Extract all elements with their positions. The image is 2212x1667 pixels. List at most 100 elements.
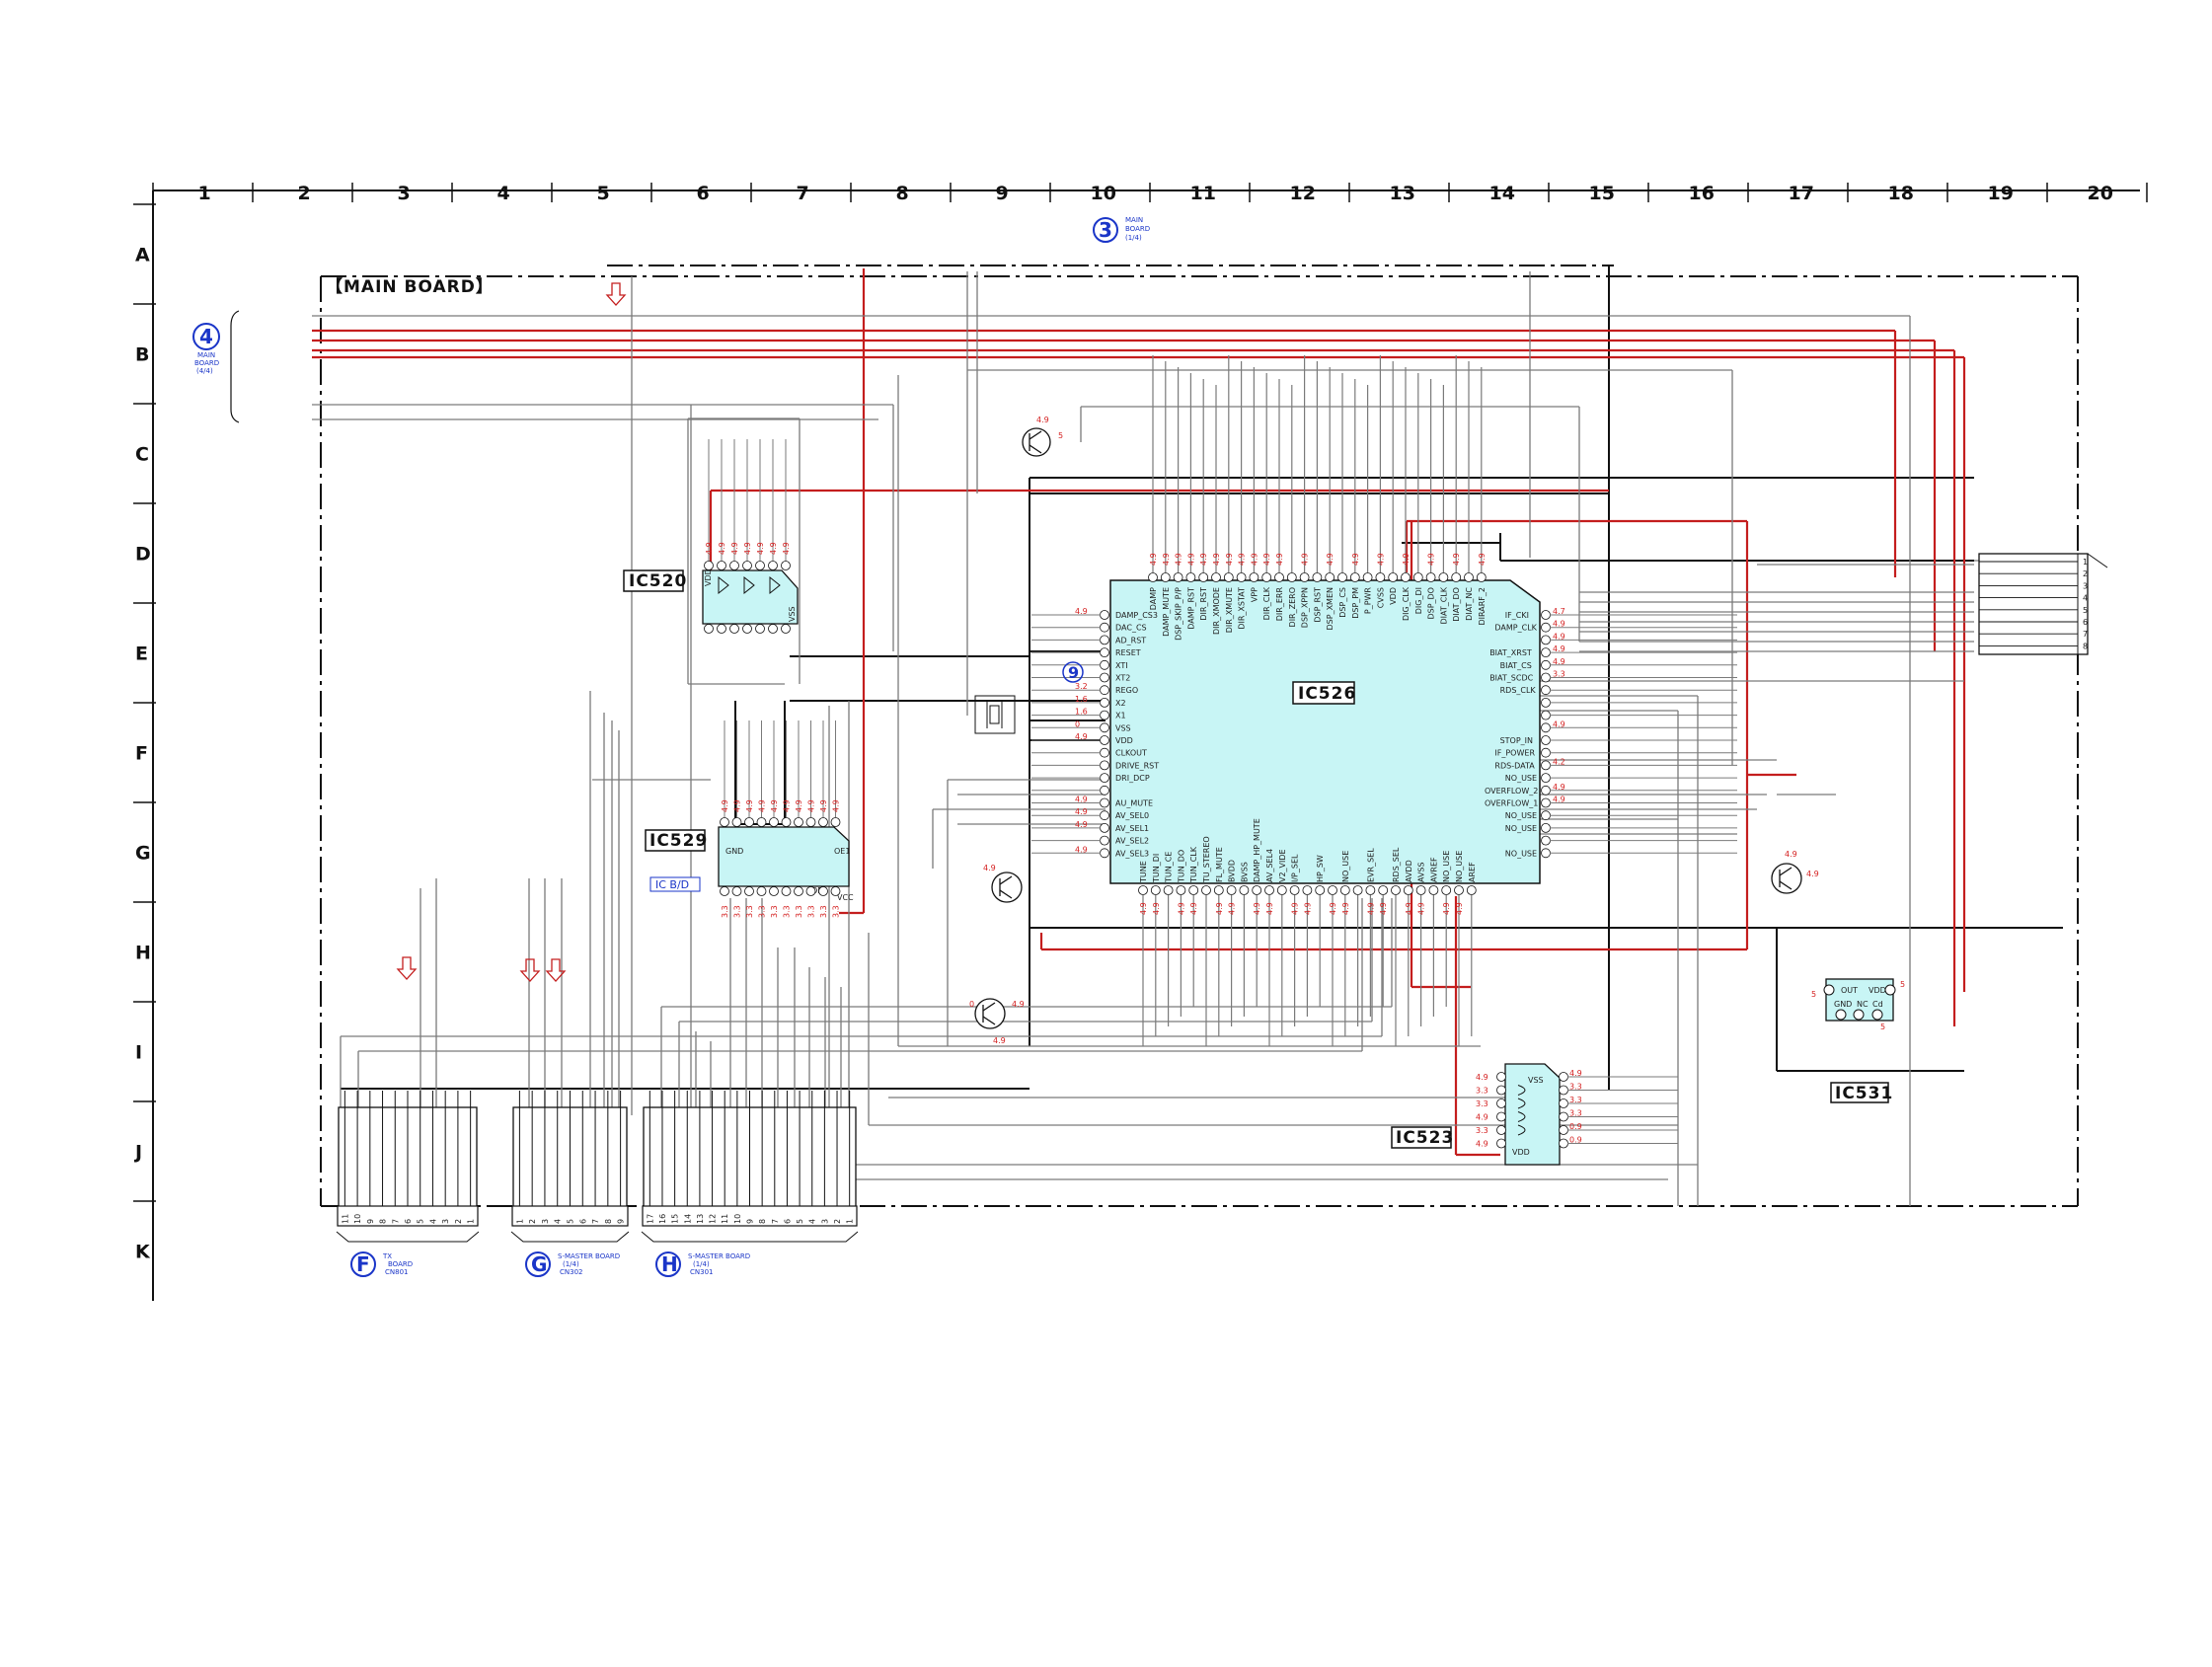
ic526-top-pin-dot xyxy=(1249,572,1259,582)
svg-text:MAIN: MAIN xyxy=(197,351,215,359)
connector-pin-number: 15 xyxy=(671,1214,680,1224)
ic526-left-pin-label: DAC_CS xyxy=(1115,624,1147,633)
ic529-pin-voltage-top: 4.9 xyxy=(783,799,792,812)
ic529-pin-voltage-top: 4.9 xyxy=(832,799,841,812)
ic526-right-pin-dot xyxy=(1541,672,1551,683)
ic526-top-pin-label: DSP_CS xyxy=(1338,587,1347,618)
ic526-label: IC526 xyxy=(1298,684,1356,704)
ic526-right-pin-dot xyxy=(1541,747,1551,758)
ic526-left-pin-label: DAMP_CS3 xyxy=(1115,611,1158,620)
ic526-top-pin-dot xyxy=(1299,572,1310,582)
ic523-volt-left: 3.3 xyxy=(1476,1087,1488,1096)
ic526-bottom-pin-voltage: 4.9 xyxy=(1303,902,1312,915)
ic526-right-pin-dot xyxy=(1541,647,1551,657)
ic531-pin-2 xyxy=(1884,984,1896,996)
connector-ref-letter: G xyxy=(531,1252,547,1276)
ic526-bottom-pin-voltage: 4.9 xyxy=(1366,902,1375,915)
ic520-vss: VSS xyxy=(788,606,797,622)
ic526-top-pin-dot xyxy=(1349,572,1360,582)
ic520-pin-voltage: 4.9 xyxy=(705,542,714,555)
ic526-left-pin-dot xyxy=(1100,760,1109,771)
ic523-pin-right xyxy=(1559,1138,1568,1149)
ic529-pin-top xyxy=(794,817,803,827)
ic526-left-pin-dot xyxy=(1100,785,1109,796)
grid-col-label-11: 11 xyxy=(1190,183,1216,204)
ic529-pin-voltage-top: 4.9 xyxy=(733,799,742,812)
ic520-pin-top xyxy=(704,561,714,570)
ic526-top-pin-dot xyxy=(1198,572,1209,582)
ic526-left-pin-voltage: 4.9 xyxy=(1075,732,1088,741)
ic526-right-pin-voltage: 4.9 xyxy=(1553,720,1565,728)
ic526-left-pin-voltage: 4.9 xyxy=(1075,845,1088,854)
ic526-left-pin-label: XTI xyxy=(1115,661,1128,670)
ic526-top-pin-label: DIRARF_2 xyxy=(1478,587,1487,625)
ic526-left-pin-label: AV_SEL2 xyxy=(1115,837,1149,846)
ic526-top-pin-label: DIR_XMODE xyxy=(1212,587,1221,635)
grid-col-label-1: 1 xyxy=(198,183,211,204)
ic529-gnd: GND xyxy=(725,847,743,856)
ic526-right-pin-label: BIAT_XRST xyxy=(1489,648,1532,657)
ic529-pin-bottom xyxy=(731,886,742,896)
ic526-top-pin-voltage: 4.9 xyxy=(1402,553,1411,566)
ic526-bottom-pin-label: DAMP_HP_MUTE xyxy=(1253,818,1261,882)
ic526-top-pin-dot xyxy=(1148,572,1158,582)
ic526-top-pin-dot xyxy=(1223,572,1234,582)
ic526-top-pin-dot xyxy=(1325,572,1335,582)
ic526-right-pin-label: DAMP_CLK xyxy=(1494,624,1537,633)
connector-pin-number: 5 xyxy=(417,1219,425,1224)
ic529-vcc: VCC xyxy=(837,893,854,902)
transistor-q4: 4.9 4.9 xyxy=(1771,850,1819,894)
grid-col-label-2: 2 xyxy=(298,183,311,204)
connector-pin-number: 4 xyxy=(808,1219,817,1224)
ic529-pin-voltage-top: 4.9 xyxy=(795,799,803,812)
connector-pin-number: 1 xyxy=(515,1219,524,1224)
grid-col-label-15: 15 xyxy=(1589,183,1615,204)
grid-row-label-F: F xyxy=(135,743,148,765)
ic526-right-pin-label: BIAT_CS xyxy=(1500,661,1532,670)
ic531-pin-5 xyxy=(1871,1009,1883,1021)
ic523-pin-left xyxy=(1496,1099,1506,1108)
ic526-top-pin-dot xyxy=(1312,572,1323,582)
ic523-volt-left: 4.9 xyxy=(1476,1140,1488,1149)
ic520-pin-voltage: 4.9 xyxy=(769,542,778,555)
ic526-bottom-pin-voltage: 4.9 xyxy=(1405,902,1413,915)
ic526-top-pin-dot xyxy=(1362,572,1373,582)
ic526-left-pin-label: DRI_DCP xyxy=(1115,774,1150,783)
ic526-bottom-pin-voltage: 4.9 xyxy=(1455,902,1464,915)
ic526-bottom-pin-voltage: 4.9 xyxy=(1442,902,1451,915)
ic531-chip: IC531 OUT VDD GND NC Cd 5 5 5 xyxy=(1811,978,1905,1103)
ic531-cd: Cd xyxy=(1872,1000,1883,1009)
grid-row-label-A: A xyxy=(135,245,150,266)
right-connector-pin-label: 3 xyxy=(2083,581,2088,590)
grid-col-label-6: 6 xyxy=(697,183,710,204)
connector-pin-number: 11 xyxy=(341,1214,349,1224)
ic526-top-pin-label: VPP xyxy=(1250,587,1259,602)
schematic-page: 1 2 3 4 5 6 7 8 9 10 11 12 13 14 15 16 17 18 19 20 ABCDEFGH… xyxy=(0,0,2212,1663)
ic526-left-pin-dot xyxy=(1100,710,1109,720)
right-connector-pin-label: 6 xyxy=(2083,618,2088,627)
ref-main-board-4: 4 MAIN BOARD (4/4) xyxy=(192,310,240,423)
connector-pin-number: 7 xyxy=(391,1219,400,1224)
ic526-top-pin-label: DIR_ERR xyxy=(1275,587,1284,622)
ic523-vdd: VDD xyxy=(1512,1148,1530,1157)
grid-row-label-K: K xyxy=(135,1242,151,1263)
ic526-bottom-pin-voltage: 4.9 xyxy=(1341,902,1350,915)
right-connector-pin-label: 1 xyxy=(2083,558,2088,567)
connector-pin-number: 1 xyxy=(467,1219,476,1224)
grid-col-label-17: 17 xyxy=(1789,183,1814,204)
grid-column-labels: 1 2 3 4 5 6 7 8 9 10 11 12 13 14 15 16 17 18 19 20 xyxy=(198,183,2113,204)
svg-text:5: 5 xyxy=(1058,431,1063,440)
ic526-right-pin-dot xyxy=(1541,823,1551,833)
ref-main-board-3: 3 MAIN BOARD (1/4) xyxy=(1093,216,1150,243)
ic529-pin-top xyxy=(818,817,828,827)
ic523-pin-right xyxy=(1559,1072,1568,1082)
ic520-pin-bottom xyxy=(704,624,714,634)
ic529-pin-top xyxy=(756,817,767,827)
ic526-left-pin-voltage: 1.6 xyxy=(1075,708,1088,717)
ic523-volt-right: 3.3 xyxy=(1569,1083,1582,1092)
ic526-bottom-pin-voltage: 4.9 xyxy=(1139,902,1148,915)
svg-text:4.9: 4.9 xyxy=(993,1036,1006,1045)
ic526-top-pin-dot xyxy=(1236,572,1247,582)
ic526-bottom-pin-dot xyxy=(1352,885,1363,895)
ic526-bottom-pin-label: TUN_DO xyxy=(1177,850,1185,883)
